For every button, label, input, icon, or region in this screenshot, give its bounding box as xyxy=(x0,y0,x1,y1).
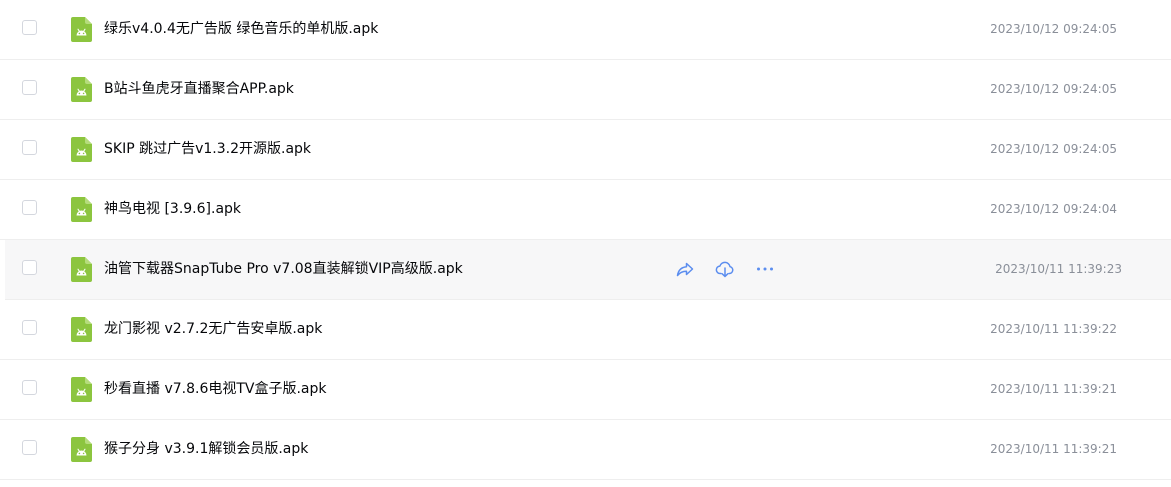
select-checkbox[interactable] xyxy=(22,20,37,35)
android-apk-icon xyxy=(71,437,92,462)
android-apk-icon xyxy=(71,17,92,42)
android-apk-icon xyxy=(71,317,92,342)
android-apk-icon xyxy=(71,197,92,222)
file-name[interactable]: 猴子分身 v3.9.1解锁会员版.apk xyxy=(104,439,308,459)
select-checkbox[interactable] xyxy=(22,140,37,155)
select-checkbox[interactable] xyxy=(22,380,37,395)
modified-date: 2023/10/12 09:24:05 xyxy=(990,22,1117,36)
download-icon[interactable] xyxy=(714,258,736,280)
file-name[interactable]: 龙门影视 v2.7.2无广告安卓版.apk xyxy=(104,319,322,339)
file-name[interactable]: 油管下载器SnapTube Pro v7.08直装解锁VIP高级版.apk xyxy=(104,259,463,279)
modified-date: 2023/10/11 11:39:23 xyxy=(995,262,1122,276)
file-row[interactable]: 油管下载器SnapTube Pro v7.08直装解锁VIP高级版.apk 20… xyxy=(5,240,1171,300)
android-apk-icon xyxy=(71,257,92,282)
modified-date: 2023/10/11 11:39:22 xyxy=(990,322,1117,336)
file-row[interactable]: 龙门影视 v2.7.2无广告安卓版.apk 2023/10/11 11:39:2… xyxy=(0,300,1171,360)
file-name[interactable]: B站斗鱼虎牙直播聚合APP.apk xyxy=(104,79,294,99)
select-checkbox[interactable] xyxy=(22,200,37,215)
modified-date: 2023/10/12 09:24:04 xyxy=(990,202,1117,216)
file-name[interactable]: 秒看直播 v7.8.6电视TV盒子版.apk xyxy=(104,379,327,399)
android-apk-icon xyxy=(71,377,92,402)
file-name[interactable]: 神鸟电视 [3.9.6].apk xyxy=(104,199,241,219)
modified-date: 2023/10/12 09:24:05 xyxy=(990,142,1117,156)
share-icon[interactable] xyxy=(674,258,696,280)
file-row[interactable]: B站斗鱼虎牙直播聚合APP.apk 2023/10/12 09:24:05 xyxy=(0,60,1171,120)
modified-date: 2023/10/12 09:24:05 xyxy=(990,82,1117,96)
file-name[interactable]: 绿乐v4.0.4无广告版 绿色音乐的单机版.apk xyxy=(104,19,378,39)
file-row[interactable]: 神鸟电视 [3.9.6].apk 2023/10/12 09:24:04 xyxy=(0,180,1171,240)
file-row[interactable]: 秒看直播 v7.8.6电视TV盒子版.apk 2023/10/11 11:39:… xyxy=(0,360,1171,420)
file-row[interactable]: 绿乐v4.0.4无广告版 绿色音乐的单机版.apk 2023/10/12 09:… xyxy=(0,0,1171,60)
select-checkbox[interactable] xyxy=(22,440,37,455)
android-apk-icon xyxy=(71,77,92,102)
file-list: 绿乐v4.0.4无广告版 绿色音乐的单机版.apk 2023/10/12 09:… xyxy=(0,0,1171,480)
file-row[interactable]: SKIP 跳过广告v1.3.2开源版.apk 2023/10/12 09:24:… xyxy=(0,120,1171,180)
select-checkbox[interactable] xyxy=(22,260,37,275)
select-checkbox[interactable] xyxy=(22,320,37,335)
file-row[interactable]: 猴子分身 v3.9.1解锁会员版.apk 2023/10/11 11:39:21 xyxy=(0,420,1171,480)
android-apk-icon xyxy=(71,137,92,162)
more-icon[interactable] xyxy=(754,258,776,280)
file-name[interactable]: SKIP 跳过广告v1.3.2开源版.apk xyxy=(104,139,311,159)
row-actions xyxy=(674,258,776,280)
select-checkbox[interactable] xyxy=(22,80,37,95)
modified-date: 2023/10/11 11:39:21 xyxy=(990,382,1117,396)
modified-date: 2023/10/11 11:39:21 xyxy=(990,442,1117,456)
